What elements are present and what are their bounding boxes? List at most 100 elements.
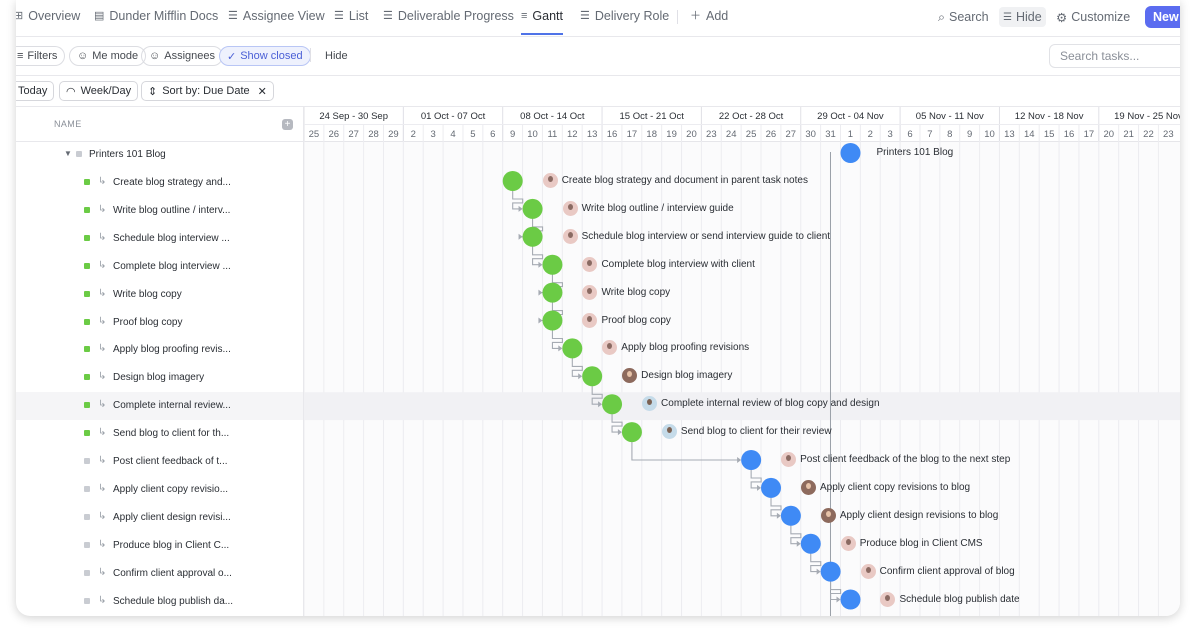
milestone-label[interactable]: Produce blog in Client CMS [860,538,983,549]
hide-columns-button[interactable]: Hide [318,46,355,66]
avatar[interactable] [582,284,598,300]
avatar[interactable] [801,479,816,495]
milestone-label[interactable]: Post client feedback of the blog to the … [800,454,1010,465]
close-icon[interactable]: ✕ [258,85,267,98]
milestone-label[interactable]: Write blog copy [601,287,670,298]
doc-icon: ▤ [94,10,105,22]
task-row[interactable]: ↳ Apply blog proofing revis... [16,336,303,364]
avatar[interactable] [661,424,677,440]
day-label: 3 [431,129,436,140]
milestone-label[interactable]: Confirm client approval of blog [880,566,1015,577]
day-label: 23 [1163,129,1174,140]
task-row[interactable]: ↳ Design blog imagery [16,364,303,392]
day-label: 7 [927,129,932,140]
milestone-label[interactable]: Apply client copy revisions to blog [820,482,970,493]
avatar[interactable] [582,312,598,328]
list-icon: ☰ [334,10,344,22]
task-row[interactable]: ↳ Produce blog in Client C... [16,532,303,560]
task-milestone [562,338,583,359]
day-label: 5 [470,129,475,140]
dependency-line [512,190,524,210]
milestone-label[interactable]: Schedule blog interview or send intervie… [582,231,830,242]
tab-list[interactable]: ☰ List [334,8,368,34]
status-square [84,402,90,409]
task-row[interactable]: ↳ Send blog to client for th... [16,420,303,448]
tab-delivery-role[interactable]: ☰ Delivery Role [580,8,669,34]
task-row[interactable]: ↳ Confirm client approval o... [16,560,303,588]
tab-overview[interactable]: ⊞ Overview [16,8,80,34]
task-row[interactable]: ↳ Apply client copy revisio... [16,476,303,504]
milestone-label[interactable]: Schedule blog publish date [899,594,1019,605]
milestone-label[interactable]: Proof blog copy [601,315,671,326]
task-row[interactable]: ↳ Create blog strategy and... [16,169,303,197]
parent-task-row[interactable]: ▼ Printers 101 Blog [16,141,303,169]
task-row[interactable]: ↳ Proof blog copy [16,309,303,337]
task-milestone [840,589,861,610]
task-name: Schedule blog publish da... [113,595,234,607]
week-day-zoom-button[interactable]: ◠ Week/Day [59,81,139,101]
milestone-label[interactable]: Write blog outline / interview guide [582,203,734,214]
tab-assignee-view[interactable]: ☰ Assignee View [228,8,325,34]
avatar[interactable] [820,507,836,523]
avatar[interactable] [840,535,856,551]
day-label: 25 [746,129,757,140]
milestone-label[interactable]: Apply client design revisions to blog [840,510,998,521]
me-mode-button[interactable]: ☺ Me mode [69,46,147,66]
parent-task-name: Printers 101 Blog [89,149,166,160]
day-label: 2 [868,129,873,140]
subtask-icon: ↳ [98,538,107,550]
avatar[interactable] [880,591,896,607]
search-tasks-input[interactable]: Search tasks... [1049,44,1180,68]
assignees-button[interactable]: ☺ Assignees [141,46,223,66]
task-row[interactable]: ↳ Schedule blog publish da... [16,588,303,616]
sort-button[interactable]: ⇕ Sort by: Due Date ✕ [141,81,274,101]
task-row[interactable]: ↳ Write blog copy [16,281,303,309]
name-header-label: NAME [54,119,82,129]
task-row[interactable]: ↳ Complete blog interview ... [16,253,303,281]
avatar[interactable] [562,228,578,244]
task-row[interactable]: ↳ Schedule blog interview ... [16,225,303,253]
avatar[interactable] [542,173,558,188]
task-row[interactable]: ↳ Apply client design revisi... [16,504,303,532]
show-closed-toggle[interactable]: ✓ Show closed [219,46,311,66]
milestone-label[interactable]: Send blog to client for their review [681,426,832,437]
task-row[interactable]: ↳ Complete internal review... [16,392,303,421]
task-name: Schedule blog interview ... [113,232,230,244]
filter-icon: ≡ [17,50,24,62]
dependency-line [830,580,842,601]
milestone-label[interactable]: Create blog strategy and document in par… [562,175,808,186]
milestone-label[interactable]: Complete blog interview with client [601,259,754,270]
day-label: 17 [627,129,638,140]
parent-milestone [840,143,861,163]
task-row[interactable]: ↳ Post client feedback of t... [16,448,303,476]
day-label: 11 [547,129,557,140]
tab-gantt[interactable]: ≡ Gantt [521,8,563,35]
today-button[interactable]: Today [16,81,55,101]
milestone-label[interactable]: Complete internal review of blog copy an… [661,398,879,409]
status-square [84,234,90,241]
day-label: 6 [490,129,495,140]
avatar[interactable] [562,200,578,216]
task-row[interactable]: ↳ Write blog outline / interv... [16,197,303,225]
filters-button[interactable]: ≡ Filters [16,46,66,66]
customize-button[interactable]: ⚙ Customize [1052,7,1134,27]
gantt-icon: ≡ [521,10,528,22]
add-view-button[interactable]: ＋ Add [690,8,728,34]
chevron-down-icon[interactable]: ▼ [64,149,72,158]
status-square [84,262,90,269]
subtask-icon: ↳ [98,371,107,383]
milestone-label[interactable]: Design blog imagery [641,370,732,381]
hide-views-button[interactable]: ☰ Hide [999,7,1046,27]
search-button[interactable]: ⌕ Search [934,7,993,27]
day-label: 16 [607,129,618,140]
dependency-line [750,469,762,489]
tab-dunder-mifflin-docs[interactable]: ▤ Dunder Mifflin Docs [94,8,218,34]
add-column-button[interactable]: + [282,119,293,130]
new-button[interactable]: New [1145,6,1180,28]
tab-deliverable-progress[interactable]: ☰ Deliverable Progress [383,8,514,34]
task-name-column: NAME + ▼ Printers 101 Blog ↳ Create blog … [16,107,304,616]
dependency-arrow [538,261,543,268]
task-milestone [582,366,603,387]
milestone-label[interactable]: Apply blog proofing revisions [621,342,749,353]
avatar[interactable] [860,563,876,579]
